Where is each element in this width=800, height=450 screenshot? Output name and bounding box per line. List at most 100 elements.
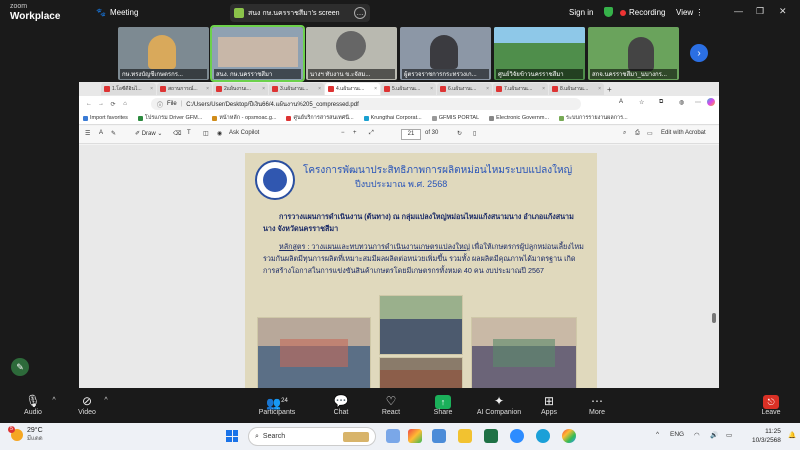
print-icon[interactable]: ⎙ (635, 130, 640, 137)
eraser-icon[interactable]: ⌫ (173, 130, 181, 137)
recording-indicator[interactable]: Recording (620, 8, 665, 17)
close-tab-icon[interactable]: × (542, 86, 545, 92)
page-view-icon[interactable]: ▯ (473, 130, 476, 137)
highlight-icon[interactable]: ✎ (111, 130, 116, 137)
pdf-viewer[interactable]: โครงการพัฒนาประสิทธิภาพการผลิตหม่อนไหมระ… (79, 145, 719, 388)
favorite-item[interactable]: โปรแกรม Driver GFM... (137, 114, 202, 122)
meeting-menu[interactable]: 🐾 Meeting (96, 8, 138, 17)
volume-icon[interactable]: 🔊 (710, 431, 718, 439)
shield-icon[interactable] (604, 7, 613, 17)
fit-icon[interactable]: ⤢ (369, 130, 374, 137)
share-button[interactable]: ↑ Share (418, 393, 468, 416)
favorite-star-icon[interactable]: ☆ (639, 99, 644, 106)
battery-icon[interactable]: ▭ (726, 431, 732, 439)
leave-button[interactable]: ⎋ Leave (746, 393, 796, 416)
close-tab-icon[interactable]: × (206, 86, 209, 92)
taskbar-search[interactable]: ⌕ Search (248, 427, 376, 446)
browser-tab-active[interactable]: 4.แผ้นงานเ... × (325, 83, 380, 95)
zoom-app-icon[interactable] (510, 429, 524, 443)
audio-options-chevron[interactable]: ^ (48, 397, 60, 404)
save-icon[interactable]: ▭ (647, 130, 653, 137)
zoom-in-button[interactable]: + (353, 130, 357, 136)
close-tab-icon[interactable]: × (150, 86, 153, 92)
ask-copilot-button[interactable]: Ask Copilot (229, 130, 259, 136)
windows-start-icon[interactable] (226, 430, 238, 442)
close-tab-icon[interactable]: × (486, 86, 489, 92)
refresh-icon[interactable]: ⟳ (107, 101, 119, 108)
react-button[interactable]: ♡ React (366, 393, 416, 416)
more-button[interactable]: ⋯ More (572, 393, 622, 416)
favorite-item[interactable]: หน้าหลัก - opsmoac.g... (212, 114, 276, 122)
url-field[interactable]: ⓘ File | C:/Users/User/Desktop/ปีเงิน66/… (151, 98, 581, 110)
ai-companion-button[interactable]: ✦ AI Companion (474, 393, 524, 416)
notification-bell-icon[interactable]: 🔔 (788, 431, 796, 439)
settings-more-icon[interactable]: ⋯ (695, 99, 701, 106)
browser-tab[interactable]: 3.แผ้นงานเ... × (269, 83, 324, 95)
apps-button[interactable]: ⊞ Apps (524, 393, 574, 416)
more-options-icon[interactable]: … (354, 7, 366, 19)
search-icon[interactable]: ⌕ (623, 130, 626, 137)
browser-tab[interactable]: 5.แผ้นงานเ... × (381, 83, 436, 95)
language-indicator[interactable]: ENG (670, 431, 684, 438)
browser-tab[interactable]: 1.โอซีดีอินไ... × (101, 83, 156, 95)
copilot-icon[interactable] (707, 98, 715, 106)
video-options-chevron[interactable]: ^ (100, 397, 112, 404)
file-explorer-icon[interactable] (458, 429, 472, 443)
browser-tab[interactable]: 7.แผ้นงานเ... × (493, 83, 548, 95)
profile-icon[interactable]: ◍ (679, 99, 684, 106)
edge-icon[interactable] (536, 429, 550, 443)
browser-tab[interactable]: สถานการณ์... × (157, 83, 212, 95)
sign-in-link[interactable]: Sign in (569, 8, 593, 17)
restore-icon[interactable]: ❐ (756, 6, 764, 17)
copilot-app-icon[interactable] (408, 429, 422, 443)
close-tab-icon[interactable]: × (598, 86, 601, 92)
annotate-pen-button[interactable]: ✎ (11, 358, 29, 376)
screen-share-indicator[interactable]: สนง กษ.นครราชสีมา's screen … (230, 4, 370, 22)
favorite-item[interactable]: Import favorites (83, 115, 128, 121)
draw-tool[interactable]: ✐ Draw ⌄ (135, 130, 162, 137)
clock[interactable]: 11:25 10/3/2568 (752, 427, 781, 445)
read-aloud-icon[interactable]: A (619, 99, 623, 105)
participants-button[interactable]: 👥24 Participants (252, 393, 302, 416)
browser-tab[interactable]: 6.แผ้นงานเ... × (437, 83, 492, 95)
participant-tile[interactable]: ผู้ตรวจราชการกระทรวงเก... (400, 27, 491, 80)
participant-tile[interactable]: กษ.ทรงบัญชีเกษตรกร... (118, 27, 209, 80)
annotate-icon[interactable]: ◫ (203, 130, 209, 137)
forward-icon[interactable]: → (95, 101, 107, 107)
read-aloud-icon[interactable]: A (99, 130, 103, 136)
rotate-icon[interactable]: ↻ (457, 130, 462, 137)
participant-tile-active[interactable]: สนง. กษ.นครราชสีมา (210, 25, 305, 82)
browser-tab[interactable]: 2แผ้นงานเ... × (213, 83, 268, 95)
new-tab-button[interactable]: + (607, 85, 612, 94)
page-number-input[interactable]: 21 (401, 129, 421, 140)
close-tab-icon[interactable]: × (262, 86, 265, 92)
participant-tile[interactable]: สกจ.นครราชสีมา_นบางกร... (588, 27, 679, 80)
excel-icon[interactable] (484, 429, 498, 443)
next-participants-button[interactable]: › (690, 44, 708, 62)
favorite-item[interactable]: Electronic Governm... (489, 115, 549, 121)
back-icon[interactable]: ← (83, 101, 95, 107)
view-menu[interactable]: View ⋮ (676, 8, 703, 17)
minimize-icon[interactable]: — (734, 6, 743, 16)
widgets-icon[interactable] (432, 429, 446, 443)
favorite-item[interactable]: Krungthai Corporat... (363, 115, 422, 121)
edit-with-acrobat-button[interactable]: Edit with Acrobat (661, 130, 706, 136)
zoom-out-button[interactable]: − (341, 130, 345, 136)
wifi-icon[interactable]: ◠ (694, 431, 700, 439)
close-tab-icon[interactable]: × (318, 86, 321, 92)
participant-tile[interactable]: นางฯ ทับงาน ข.ะจัสม... (306, 27, 397, 80)
chat-button[interactable]: 💬 Chat (316, 393, 366, 416)
favorite-item[interactable]: ศูนย์บริการสารสนเทศนี... (286, 114, 354, 122)
close-tab-icon[interactable]: × (374, 86, 377, 92)
weather-widget[interactable]: 5 29°C มีแดด (8, 426, 43, 443)
text-tool-icon[interactable]: T (187, 130, 191, 136)
browser-tab[interactable]: 8.แผ้นงานเ... × (549, 83, 604, 95)
favorite-item[interactable]: ระบบการรายงานผลการ... (559, 114, 628, 122)
tray-overflow-icon[interactable]: ^ (656, 431, 659, 438)
chrome-icon[interactable] (562, 429, 576, 443)
home-icon[interactable]: ⌂ (119, 101, 131, 107)
close-icon[interactable]: ✕ (779, 6, 787, 17)
task-view-icon[interactable] (386, 429, 400, 443)
close-tab-icon[interactable]: × (430, 86, 433, 92)
participant-tile[interactable]: ศูนย์วิจัยข้าวนครราชสีมา (494, 27, 585, 80)
